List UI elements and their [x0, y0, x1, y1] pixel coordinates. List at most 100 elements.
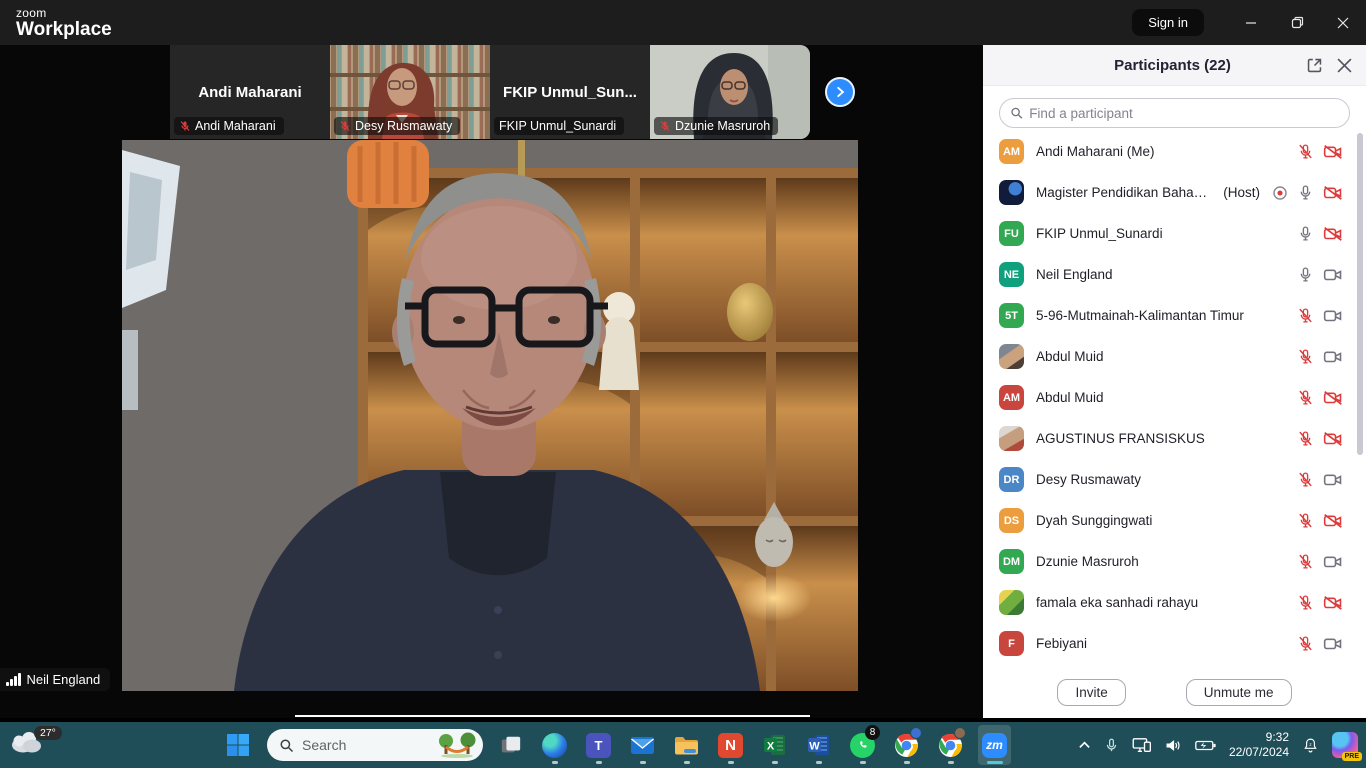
- tile-name-label: Desy Rusmawaty: [334, 117, 460, 135]
- muted-mic-icon: [659, 120, 671, 132]
- tray-volume[interactable]: [1165, 738, 1182, 753]
- tray-battery[interactable]: [1195, 739, 1216, 752]
- mail-app[interactable]: [626, 725, 659, 765]
- tray-cast-display[interactable]: [1132, 737, 1152, 754]
- zoom-workplace-logo: zoom Workplace: [16, 7, 112, 39]
- participants-header: Participants (22): [983, 45, 1366, 86]
- participant-row[interactable]: DM Dzunie Masruroh: [983, 541, 1355, 582]
- video-status-icon: [1323, 389, 1343, 406]
- minimize-button[interactable]: [1228, 0, 1274, 45]
- temperature-badge: 27°: [34, 726, 62, 740]
- nitro-pdf-app[interactable]: N: [714, 725, 747, 765]
- video-status-icon: [1323, 471, 1343, 488]
- tile-name-text: Dzunie Masruroh: [675, 119, 770, 133]
- find-participant-search[interactable]: [999, 98, 1350, 128]
- video-status-icon: [1323, 430, 1343, 447]
- restore-icon: [1291, 16, 1304, 29]
- chevron-up-icon: [1078, 739, 1091, 752]
- unmute-me-button[interactable]: Unmute me: [1186, 679, 1292, 706]
- meeting-video-area: Andi Maharani Andi Maharani: [0, 45, 983, 718]
- participant-row[interactable]: Magister Pendidikan Bahasa In... (Host): [983, 172, 1355, 213]
- close-panel-icon[interactable]: [1337, 58, 1352, 73]
- search-input[interactable]: [1029, 106, 1339, 121]
- video-status-icon: [1323, 553, 1343, 570]
- pop-out-icon[interactable]: [1306, 57, 1323, 74]
- next-videos-button[interactable]: [825, 77, 855, 107]
- excel-app[interactable]: X: [758, 725, 791, 765]
- participant-row[interactable]: F Febiyani: [983, 623, 1355, 664]
- avatar-initials: F: [1008, 638, 1015, 650]
- invite-button[interactable]: Invite: [1057, 679, 1125, 706]
- avatar-initials: DS: [1004, 515, 1019, 527]
- tray-notifications[interactable]: z: [1302, 737, 1319, 754]
- video-tile-fkip-unmul-sunardi[interactable]: FKIP Unmul_Sun... FKIP Unmul_Sunardi: [490, 45, 650, 139]
- mic-status-icon: [1297, 266, 1314, 283]
- copilot-pre-badge: PRE: [1342, 752, 1362, 761]
- taskbar-search[interactable]: Search: [267, 729, 483, 761]
- avatar-initials: AM: [1003, 392, 1020, 404]
- windows-taskbar: 27° Search: [0, 722, 1366, 768]
- teams-app[interactable]: T: [582, 725, 615, 765]
- panel-scrollbar[interactable]: [1357, 133, 1363, 455]
- tile-name-label: Andi Maharani: [174, 117, 284, 135]
- muted-mic-icon: [339, 120, 351, 132]
- participant-name: Desy Rusmawaty: [1036, 472, 1141, 487]
- tray-clock[interactable]: 9:32 22/07/2024: [1229, 730, 1289, 760]
- whatsapp-app[interactable]: 8: [846, 725, 879, 765]
- avatar: [999, 426, 1024, 451]
- word-app[interactable]: W: [802, 725, 835, 765]
- close-icon: [1337, 17, 1349, 29]
- active-speaker-video[interactable]: [122, 140, 858, 691]
- chrome-profile1-app[interactable]: [890, 725, 923, 765]
- participant-row[interactable]: NE Neil England: [983, 254, 1355, 295]
- participant-name: Magister Pendidikan Bahasa In...: [1036, 185, 1209, 200]
- start-button[interactable]: [220, 725, 256, 765]
- chrome-profile2-app[interactable]: [934, 725, 967, 765]
- participant-name: Abdul Muid: [1036, 349, 1104, 364]
- svg-text:z: z: [1309, 742, 1312, 747]
- task-view-button[interactable]: [494, 725, 527, 765]
- mic-status-icon: [1297, 307, 1314, 324]
- avatar: DS: [999, 508, 1024, 533]
- video-tile-dzunie-masruroh[interactable]: Dzunie Masruroh: [650, 45, 810, 139]
- restore-button[interactable]: [1274, 0, 1320, 45]
- participant-name: Neil England: [1036, 267, 1113, 282]
- participant-row[interactable]: FU FKIP Unmul_Sunardi: [983, 213, 1355, 254]
- participant-row[interactable]: AM Abdul Muid: [983, 377, 1355, 418]
- tray-chevron-up[interactable]: [1078, 739, 1091, 752]
- tray-microphone[interactable]: [1104, 738, 1119, 753]
- teams-icon: T: [586, 733, 611, 758]
- avatar: F: [999, 631, 1024, 656]
- video-status-icon: [1323, 143, 1343, 160]
- mic-status-icon: [1297, 184, 1314, 201]
- task-view-icon: [500, 734, 522, 756]
- weather-widget[interactable]: 27°: [10, 728, 66, 764]
- video-tile-andi-maharani[interactable]: Andi Maharani Andi Maharani: [170, 45, 330, 139]
- participant-row[interactable]: AM Andi Maharani (Me): [983, 131, 1355, 172]
- microphone-icon: [1104, 738, 1119, 753]
- zoom-app[interactable]: zm: [978, 725, 1011, 765]
- speaker-name-label: Neil England: [0, 668, 110, 691]
- search-highlight-image: [437, 732, 477, 758]
- avatar-initials: NE: [1004, 269, 1019, 281]
- copilot-icon[interactable]: PRE: [1332, 732, 1358, 758]
- speaker-icon: [1165, 738, 1182, 753]
- participant-row[interactable]: DR Desy Rusmawaty: [983, 459, 1355, 500]
- file-explorer-app[interactable]: [670, 725, 703, 765]
- video-tile-desy-rusmawaty[interactable]: Desy Rusmawaty: [330, 45, 490, 139]
- participant-row[interactable]: Abdul Muid: [983, 336, 1355, 377]
- mic-status-icon: [1297, 389, 1314, 406]
- edge-app[interactable]: [538, 725, 571, 765]
- brand-line1: zoom: [16, 7, 112, 19]
- video-thumbnail-strip: Andi Maharani Andi Maharani: [170, 45, 810, 139]
- participant-row[interactable]: DS Dyah Sunggingwati: [983, 500, 1355, 541]
- muted-mic-icon: [179, 120, 191, 132]
- close-button[interactable]: [1320, 0, 1366, 45]
- participant-row[interactable]: AGUSTINUS FRANSISKUS: [983, 418, 1355, 459]
- video-status-icon: [1323, 266, 1343, 283]
- participant-row[interactable]: 5T 5-96-Mutmainah-Kalimantan Timur: [983, 295, 1355, 336]
- participant-row[interactable]: famala eka sanhadi rahayu: [983, 582, 1355, 623]
- sign-in-button[interactable]: Sign in: [1132, 9, 1204, 36]
- participant-name: AGUSTINUS FRANSISKUS: [1036, 431, 1205, 446]
- search-label: Search: [302, 737, 429, 753]
